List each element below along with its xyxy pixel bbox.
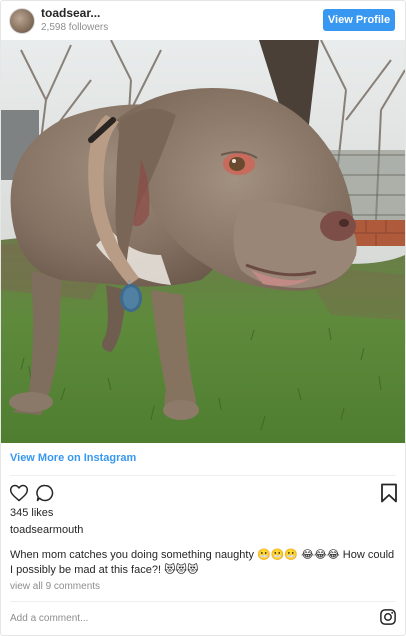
divider xyxy=(10,475,396,476)
like-count: 345 likes xyxy=(10,507,54,519)
view-all-comments-link[interactable]: view all 9 comments xyxy=(10,581,100,592)
divider xyxy=(10,601,396,602)
view-profile-button[interactable]: View Profile xyxy=(323,9,395,31)
heart-icon[interactable] xyxy=(9,483,29,503)
dog-photo-illustration xyxy=(1,40,405,443)
user-info: toadsear... 2,598 followers xyxy=(41,6,108,34)
comment-icon[interactable] xyxy=(35,483,55,503)
add-comment-field[interactable]: Add a comment... xyxy=(10,613,88,624)
instagram-embed-card: toadsear... 2,598 followers View Profile xyxy=(0,0,406,636)
username[interactable]: toadsear... xyxy=(41,6,108,21)
bookmark-icon[interactable] xyxy=(380,483,398,503)
follower-count: 2,598 followers xyxy=(41,22,109,33)
view-more-link[interactable]: View More on Instagram xyxy=(10,452,136,464)
post-photo[interactable] xyxy=(1,40,405,443)
instagram-logo-icon[interactable] xyxy=(379,608,397,626)
avatar[interactable] xyxy=(9,8,35,34)
post-owner-username[interactable]: toadsearmouth xyxy=(10,524,83,536)
post-header: toadsear... 2,598 followers View Profile xyxy=(1,1,405,39)
post-caption: When mom catches you doing something nau… xyxy=(10,549,395,576)
